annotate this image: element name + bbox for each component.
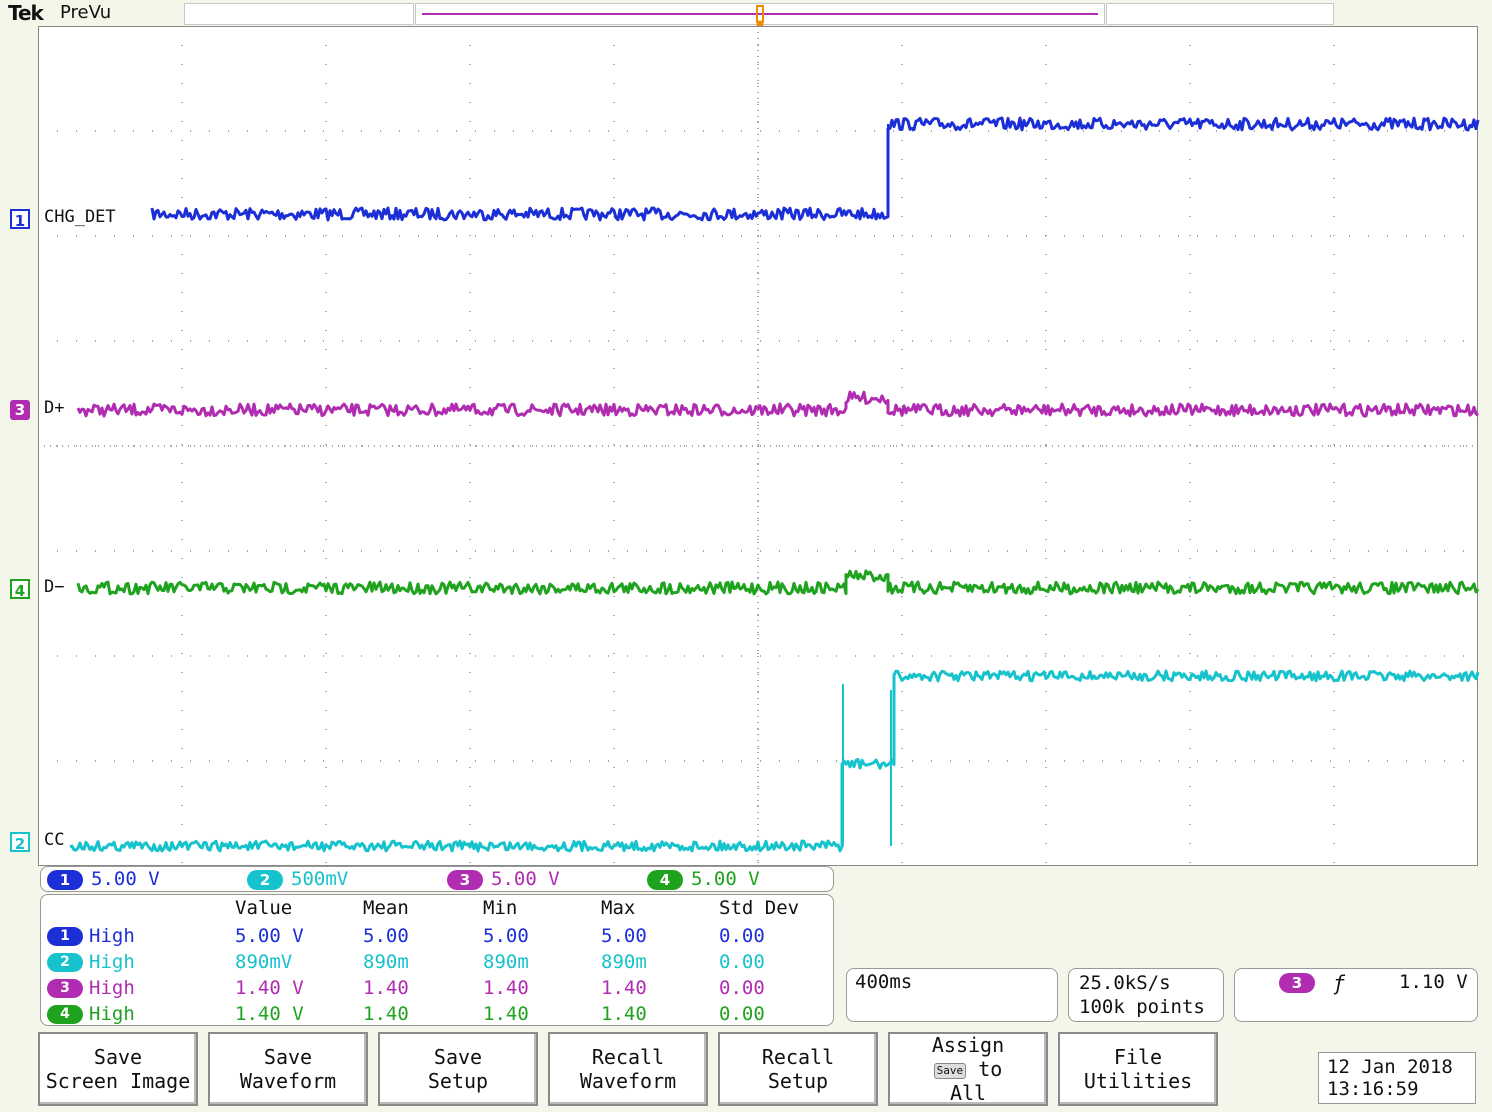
meas-mean: 5.00: [363, 925, 409, 947]
meas-max: 890m: [601, 951, 647, 973]
record-view-left: [184, 3, 414, 25]
file-utilities-button[interactable]: File Utilities: [1058, 1032, 1218, 1106]
record-view-right: [1106, 3, 1334, 25]
recall-waveform-button[interactable]: Recall Waveform: [548, 1032, 708, 1106]
ch1-trace-label: CHG_DET: [42, 207, 118, 227]
meas-min: 1.40: [483, 1003, 529, 1025]
trigger-level: 1.10 V: [1399, 971, 1468, 993]
meas-max: 5.00: [601, 925, 647, 947]
meas-std: 0.00: [719, 951, 765, 973]
meas-row-ch1[interactable]: 1 High 5.00 V 5.00 5.00 5.00 0.00: [41, 923, 831, 949]
meas-mean: 1.40: [363, 1003, 409, 1025]
meas-min: 5.00: [483, 925, 529, 947]
meas-header-max: Max: [601, 897, 636, 919]
acquisition-status: PreVu: [60, 2, 112, 23]
ch1-scale-readout[interactable]: 1 5.00 V: [47, 867, 160, 891]
meas-std: 0.00: [719, 1003, 765, 1025]
record-length: 100k points: [1079, 996, 1205, 1018]
meas-ch1-badge: 1: [47, 927, 83, 946]
ch3-scale-readout[interactable]: 3 5.00 V: [447, 867, 560, 891]
trigger-source-badge: 3: [1279, 973, 1315, 993]
ch1-ground-marker[interactable]: 1: [10, 209, 30, 230]
meas-min: 1.40: [483, 977, 529, 999]
assign-save-to-all-button[interactable]: Assign Save to All: [888, 1032, 1048, 1106]
ch3-trace-label: D+: [42, 398, 67, 418]
measurement-panel: Value Mean Min Max Std Dev 1 High 5.00 V…: [40, 894, 834, 1026]
meas-std: 0.00: [719, 977, 765, 999]
acquisition-readout[interactable]: 25.0kS/s 100k points: [1068, 968, 1224, 1022]
ch4-scale-readout[interactable]: 4 5.00 V: [647, 867, 760, 891]
meas-max: 1.40: [601, 977, 647, 999]
meas-value: 5.00 V: [235, 925, 304, 947]
meas-value: 1.40 V: [235, 1003, 304, 1025]
meas-mean: 890m: [363, 951, 409, 973]
trigger-readout[interactable]: 3 ƒ 1.10 V: [1234, 968, 1478, 1022]
meas-mean: 1.40: [363, 977, 409, 999]
meas-row-ch2[interactable]: 2 High 890mV 890m 890m 890m 0.00: [41, 949, 831, 975]
meas-type: High: [89, 1003, 135, 1025]
date: 12 Jan 2018: [1327, 1056, 1453, 1078]
meas-row-ch3[interactable]: 3 High 1.40 V 1.40 1.40 1.40 0.00: [41, 975, 831, 1001]
meas-header-std-dev: Std Dev: [719, 897, 800, 919]
meas-ch4-badge: 4: [47, 1005, 83, 1024]
ch2-trace-label: CC: [42, 830, 67, 850]
brand-logo: Tek: [8, 1, 44, 25]
save-screen-image-button[interactable]: Save Screen Image: [38, 1032, 198, 1106]
meas-type: High: [89, 925, 135, 947]
channel-scale-bar: 1 5.00 V 2 500mV 3 5.00 V 4 5.00 V: [40, 866, 834, 892]
save-key-icon: Save: [933, 1062, 967, 1079]
meas-header-mean: Mean: [363, 897, 409, 919]
meas-type: High: [89, 951, 135, 973]
sample-rate: 25.0kS/s: [1079, 972, 1171, 994]
meas-value: 890mV: [235, 951, 293, 973]
timebase-scale: 400ms: [855, 971, 913, 993]
meas-std: 0.00: [719, 925, 765, 947]
time: 13:16:59: [1327, 1078, 1419, 1100]
meas-max: 1.40: [601, 1003, 647, 1025]
graticule: [38, 26, 1478, 866]
trigger-position-icon[interactable]: [754, 4, 766, 28]
save-setup-button[interactable]: Save Setup: [378, 1032, 538, 1106]
meas-row-ch4[interactable]: 4 High 1.40 V 1.40 1.40 1.40 0.00: [41, 1001, 831, 1027]
date-time-readout[interactable]: 12 Jan 2018 13:16:59: [1318, 1052, 1476, 1104]
ch3-ground-marker[interactable]: 3: [10, 400, 30, 420]
ch4-trace-label: D−: [42, 577, 67, 597]
save-waveform-button[interactable]: Save Waveform: [208, 1032, 368, 1106]
meas-ch2-badge: 2: [47, 953, 83, 972]
recall-setup-button[interactable]: Recall Setup: [718, 1032, 878, 1106]
ch4-ground-marker[interactable]: 4: [10, 579, 30, 600]
horizontal-scale-readout[interactable]: 400ms: [846, 968, 1058, 1022]
meas-min: 890m: [483, 951, 529, 973]
meas-value: 1.40 V: [235, 977, 304, 999]
ch2-scale-readout[interactable]: 2 500mV: [247, 867, 348, 891]
meas-header-value: Value: [235, 897, 293, 919]
top-status-bar: Tek PreVu: [0, 0, 1492, 28]
meas-ch3-badge: 3: [47, 979, 83, 998]
meas-header-min: Min: [483, 897, 518, 919]
meas-type: High: [89, 977, 135, 999]
rising-edge-icon: ƒ: [1333, 971, 1346, 995]
ch2-ground-marker[interactable]: 2: [10, 832, 30, 853]
